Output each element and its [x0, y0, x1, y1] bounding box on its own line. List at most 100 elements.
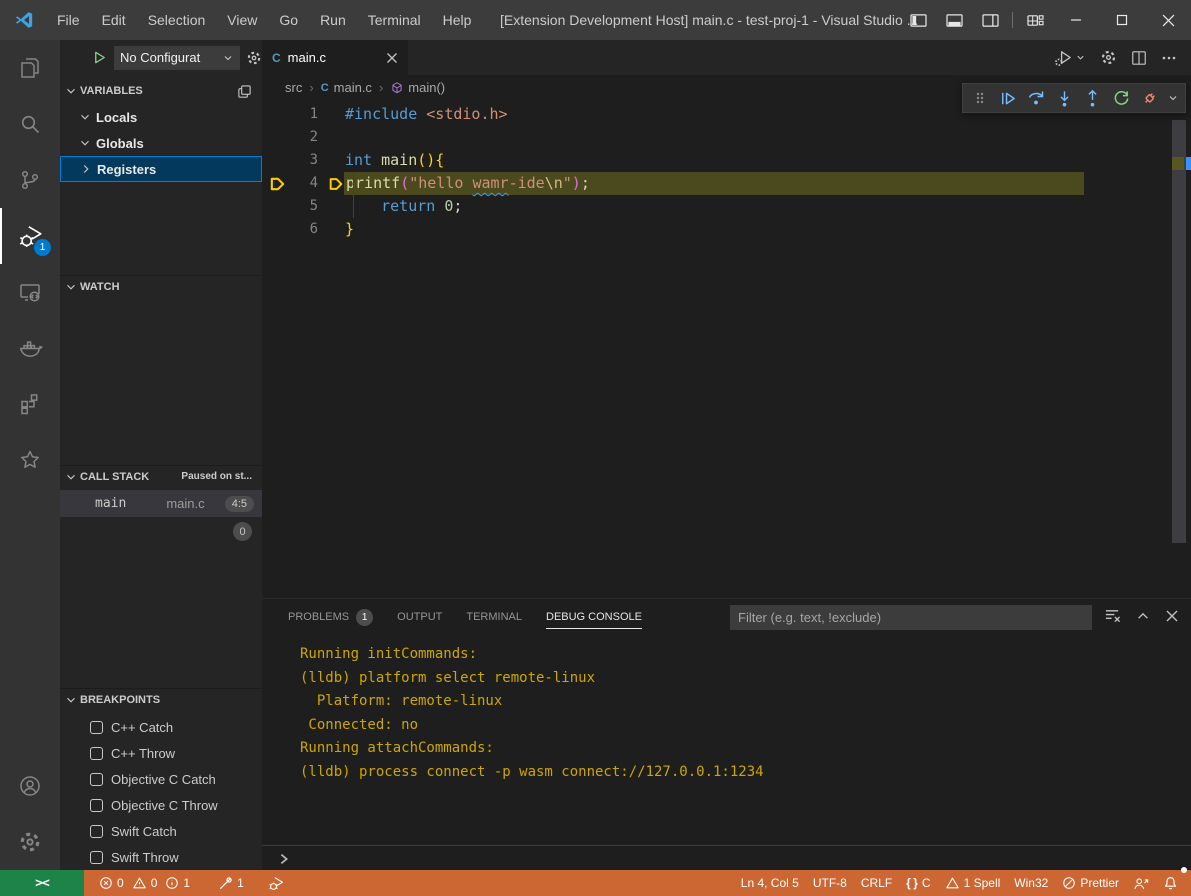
- remote-indicator[interactable]: ><: [0, 870, 84, 896]
- split-editor-icon[interactable]: [1131, 50, 1147, 66]
- continue-icon[interactable]: [997, 86, 1018, 110]
- close-button[interactable]: [1145, 0, 1191, 40]
- debug-console-output[interactable]: Running initCommands:(lldb) platform sel…: [300, 643, 1161, 784]
- menu-help[interactable]: Help: [432, 0, 483, 40]
- panel-tab-debug-console[interactable]: DEBUG CONSOLE: [546, 599, 642, 635]
- glyph-margin[interactable]: [262, 195, 292, 218]
- debug-current-line-arrow-icon[interactable]: [262, 172, 292, 195]
- call-stack-frame-row[interactable]: main main.c 4:5: [60, 490, 262, 517]
- breakpoint-checkbox[interactable]: [90, 773, 103, 786]
- docker-icon[interactable]: [0, 320, 60, 376]
- variables-section-header[interactable]: VARIABLES: [60, 80, 262, 102]
- breakpoint-checkbox[interactable]: [90, 851, 103, 864]
- breadcrumb-folder[interactable]: src: [285, 80, 302, 95]
- clear-console-icon[interactable]: [1104, 607, 1121, 624]
- menu-edit[interactable]: Edit: [91, 0, 137, 40]
- star-icon[interactable]: [0, 432, 60, 488]
- formatter-indicator[interactable]: Prettier: [1055, 870, 1126, 896]
- feedback-icon-item[interactable]: [1126, 870, 1156, 896]
- ports-tools-status[interactable]: 1: [211, 870, 251, 896]
- start-debugging-icon[interactable]: [92, 50, 107, 65]
- tab-main-c[interactable]: C main.c: [262, 40, 408, 75]
- breakpoint-checkbox[interactable]: [90, 721, 103, 734]
- debug-console-filter-input[interactable]: [730, 605, 1092, 630]
- eol-indicator[interactable]: CRLF: [854, 870, 899, 896]
- customize-layout-icon[interactable]: [1017, 0, 1053, 40]
- step-out-icon[interactable]: [1082, 86, 1103, 110]
- platform-indicator[interactable]: Win32: [1007, 870, 1055, 896]
- breakpoint-objective-c-throw[interactable]: Objective C Throw: [60, 792, 262, 818]
- code-line-6[interactable]: 6}: [262, 218, 1191, 241]
- glyph-margin[interactable]: [262, 103, 292, 126]
- notifications-bell[interactable]: [1156, 870, 1185, 896]
- breakpoint-objective-c-catch[interactable]: Objective C Catch: [60, 766, 262, 792]
- debug-console-input[interactable]: [262, 845, 1191, 871]
- variables-item-registers[interactable]: Registers: [60, 156, 262, 182]
- variables-item-globals[interactable]: Globals: [60, 130, 262, 156]
- glyph-margin[interactable]: [262, 126, 292, 149]
- code-area[interactable]: 1#include <stdio.h>23int main(){4printf(…: [262, 100, 1191, 598]
- close-panel-icon[interactable]: [1165, 609, 1179, 623]
- breakpoint-swift-catch[interactable]: Swift Catch: [60, 818, 262, 844]
- disconnect-icon[interactable]: [1139, 86, 1160, 110]
- collapse-all-icon[interactable]: [237, 84, 262, 99]
- call-stack-section-header[interactable]: CALL STACK Paused on st...: [60, 465, 262, 487]
- editor-scrollbar[interactable]: [1172, 120, 1186, 543]
- remote-explorer-icon[interactable]: [0, 264, 60, 320]
- menu-selection[interactable]: Selection: [137, 0, 217, 40]
- extensions-icon[interactable]: [0, 376, 60, 432]
- variables-item-locals[interactable]: Locals: [60, 104, 262, 130]
- breakpoints-section-header[interactable]: BREAKPOINTS: [60, 688, 262, 710]
- tab-close-icon[interactable]: [386, 52, 398, 64]
- menu-go[interactable]: Go: [268, 0, 309, 40]
- step-over-icon[interactable]: [1026, 86, 1047, 110]
- language-mode[interactable]: { } C: [899, 870, 937, 896]
- debug-session-chevron-icon[interactable]: [1167, 92, 1179, 104]
- breakpoint-checkbox[interactable]: [90, 799, 103, 812]
- panel-tab-output[interactable]: OUTPUT: [397, 599, 442, 635]
- breakpoint-checkbox[interactable]: [90, 825, 103, 838]
- restart-icon[interactable]: [1110, 86, 1131, 110]
- maximize-panel-chevron-icon[interactable]: [1136, 609, 1150, 623]
- menu-terminal[interactable]: Terminal: [357, 0, 432, 40]
- code-line-5[interactable]: 5 return 0;: [262, 195, 1191, 218]
- menu-run[interactable]: Run: [309, 0, 357, 40]
- toggle-panel-icon[interactable]: [936, 0, 972, 40]
- menu-file[interactable]: File: [46, 0, 91, 40]
- step-into-icon[interactable]: [1054, 86, 1075, 110]
- breakpoint-c-catch[interactable]: C++ Catch: [60, 714, 262, 740]
- settings-gear-icon[interactable]: [0, 814, 60, 870]
- breakpoint-checkbox[interactable]: [90, 747, 103, 760]
- problems-status[interactable]: 0 0 1: [92, 870, 197, 896]
- menu-view[interactable]: View: [216, 0, 268, 40]
- panel-tab-terminal[interactable]: TERMINAL: [466, 599, 522, 635]
- toggle-sidebar-icon[interactable]: [900, 0, 936, 40]
- toggle-secondary-sidebar-icon[interactable]: [972, 0, 1008, 40]
- more-actions-icon[interactable]: [1161, 50, 1177, 66]
- toolbar-drag-grip-icon[interactable]: [969, 86, 990, 110]
- run-and-debug-icon[interactable]: 1: [0, 208, 60, 264]
- accounts-icon[interactable]: [0, 758, 60, 814]
- spell-checker-status[interactable]: 1 Spell: [938, 870, 1008, 896]
- breadcrumb-symbol[interactable]: main(): [408, 80, 445, 95]
- search-icon[interactable]: [0, 96, 60, 152]
- panel-tab-problems[interactable]: PROBLEMS1: [288, 599, 373, 635]
- launch-config-gear-icon[interactable]: [1100, 49, 1117, 66]
- debug-status-icon-item[interactable]: [261, 870, 292, 896]
- debug-configuration-dropdown[interactable]: No Configurat: [114, 46, 240, 70]
- maximize-button[interactable]: [1099, 0, 1145, 40]
- glyph-margin[interactable]: [262, 218, 292, 241]
- watch-section-header[interactable]: WATCH: [60, 275, 262, 297]
- run-or-debug-icon[interactable]: [1054, 48, 1086, 67]
- minimize-button[interactable]: [1053, 0, 1099, 40]
- cursor-position[interactable]: Ln 4, Col 5: [734, 870, 806, 896]
- breadcrumb-file[interactable]: main.c: [334, 80, 372, 95]
- code-line-2[interactable]: 2: [262, 126, 1191, 149]
- breakpoint-c-throw[interactable]: C++ Throw: [60, 740, 262, 766]
- encoding-indicator[interactable]: UTF-8: [806, 870, 854, 896]
- breakpoint-swift-throw[interactable]: Swift Throw: [60, 844, 262, 870]
- debug-settings-gear-icon[interactable]: [246, 50, 262, 66]
- glyph-margin[interactable]: [262, 149, 292, 172]
- explorer-icon[interactable]: [0, 40, 60, 96]
- code-line-3[interactable]: 3int main(){: [262, 149, 1191, 172]
